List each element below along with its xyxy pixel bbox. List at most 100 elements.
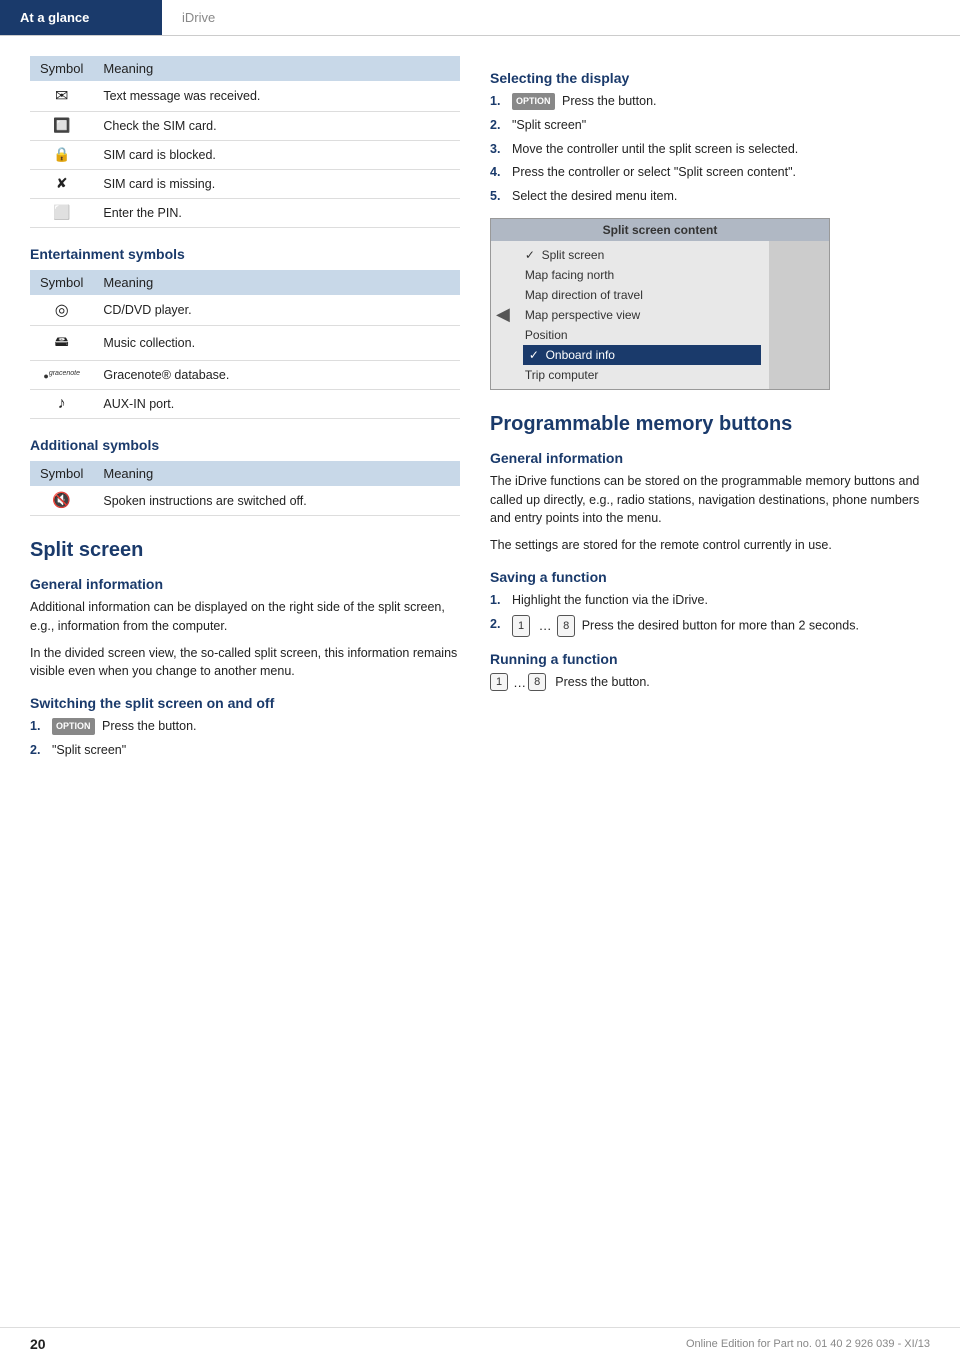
general-info-body2: The settings are stored for the remote c…	[490, 536, 930, 555]
split-screen-right-panel	[769, 241, 829, 389]
split-screen-menu-image: Split screen content ◀ ✓ Split screen Ma…	[490, 218, 830, 390]
mem-btn-1-icon: 1	[512, 615, 530, 638]
menu-item-map-north: Map facing north	[523, 265, 761, 285]
left-column: Symbol Meaning Text message was received…	[30, 56, 460, 770]
split-screen-menu-title: Split screen content	[491, 219, 829, 241]
menu-item-position: Position	[523, 325, 761, 345]
split-screen-general-info-heading: General information	[30, 576, 460, 592]
step-item: 5. Select the desired menu item.	[490, 187, 930, 206]
table2-col1: Symbol	[30, 270, 93, 295]
split-screen-body2: In the divided screen view, the so-calle…	[30, 644, 460, 682]
meaning-simblock: SIM card is blocked.	[93, 141, 460, 170]
step-item: 1. Highlight the function via the iDrive…	[490, 591, 930, 610]
running-mem-btn-8-icon: 8	[528, 673, 546, 691]
meaning-envelope: Text message was received.	[93, 81, 460, 112]
step-text: "Split screen"	[512, 116, 586, 135]
page-number: 20	[30, 1336, 46, 1352]
right-column: Selecting the display 1. OPTION Press th…	[490, 56, 930, 770]
step-num: 1.	[490, 591, 508, 610]
running-function-text: Press the button.	[555, 675, 650, 689]
step-item: 1. OPTION Press the button.	[490, 92, 930, 111]
left-arrow-icon: ◀	[491, 241, 515, 389]
meaning-simmiss: SIM card is missing.	[93, 170, 460, 199]
option-button-icon: OPTION	[52, 718, 95, 736]
step-text: OPTION Press the button.	[512, 92, 657, 111]
step-item: 2. "Split screen"	[30, 741, 460, 760]
header-left-label: At a glance	[20, 10, 89, 25]
switching-heading: Switching the split screen on and off	[30, 695, 460, 711]
table-row: Check the SIM card.	[30, 112, 460, 141]
step-item: 3. Move the controller until the split s…	[490, 140, 930, 159]
symbol-pin	[30, 199, 93, 228]
menu-item-map-perspective: Map perspective view	[523, 305, 761, 325]
symbol-simblock	[30, 141, 93, 170]
step-item: 2. 1 … 8 Press the desired button for mo…	[490, 615, 930, 638]
meaning-spoken: Spoken instructions are switched off.	[93, 486, 460, 516]
symbol-simmiss	[30, 170, 93, 199]
main-content: Symbol Meaning Text message was received…	[0, 36, 960, 790]
table3-col2: Meaning	[93, 461, 460, 486]
saving-function-heading: Saving a function	[490, 569, 930, 585]
table-row: Text message was received.	[30, 81, 460, 112]
table-row: ●gracenote Gracenote® database.	[30, 361, 460, 390]
entertainment-symbols-table: Symbol Meaning CD/DVD player. Music coll…	[30, 270, 460, 419]
symbol-gracenote: ●gracenote	[30, 361, 93, 390]
step-text: Select the desired menu item.	[512, 187, 677, 206]
menu-item-split-screen: ✓ Split screen	[523, 245, 761, 265]
edition-text: Online Edition for Part no. 01 40 2 926 …	[686, 1338, 930, 1350]
step-text: Press the controller or select "Split sc…	[512, 163, 796, 182]
general-info-body1: The iDrive functions can be stored on th…	[490, 472, 930, 528]
meaning-aux: AUX-IN port.	[93, 390, 460, 419]
mem-btn-8-icon: 8	[557, 615, 575, 638]
table3-col1: Symbol	[30, 461, 93, 486]
symbol-aux	[30, 390, 93, 419]
step-item: 2. "Split screen"	[490, 116, 930, 135]
step-num: 4.	[490, 163, 508, 182]
split-screen-body1: Additional information can be displayed …	[30, 598, 460, 636]
meaning-music: Music collection.	[93, 326, 460, 361]
table-row: Enter the PIN.	[30, 199, 460, 228]
saving-steps: 1. Highlight the function via the iDrive…	[490, 591, 930, 637]
step-item: 4. Press the controller or select "Split…	[490, 163, 930, 182]
general-info-heading: General information	[490, 450, 930, 466]
table2-col2: Meaning	[93, 270, 460, 295]
header-section-left: At a glance	[0, 0, 160, 35]
table-row: Spoken instructions are switched off.	[30, 486, 460, 516]
running-mem-btn-1-icon: 1	[490, 673, 508, 691]
step-num: 2.	[490, 116, 508, 135]
menu-item-trip-computer: Trip computer	[523, 365, 761, 385]
step-num: 3.	[490, 140, 508, 159]
header-section-right: iDrive	[160, 0, 235, 35]
table1-col1: Symbol	[30, 56, 93, 81]
running-function-row: 1 … 8 Press the button.	[490, 673, 930, 691]
step-text: Move the controller until the split scre…	[512, 140, 798, 159]
table-row: Music collection.	[30, 326, 460, 361]
step-item: 1. OPTION Press the button.	[30, 717, 460, 736]
step-num: 1.	[490, 92, 508, 111]
symbol-music	[30, 326, 93, 361]
step-num: 1.	[30, 717, 48, 736]
table-row: CD/DVD player.	[30, 295, 460, 326]
additional-symbols-heading: Additional symbols	[30, 437, 460, 453]
option-button-icon: OPTION	[512, 93, 555, 111]
table-row: SIM card is missing.	[30, 170, 460, 199]
symbol-spoken	[30, 486, 93, 516]
step-num: 2.	[490, 615, 508, 634]
table-row: SIM card is blocked.	[30, 141, 460, 170]
running-function-heading: Running a function	[490, 651, 930, 667]
step-text: 1 … 8 Press the desired button for more …	[512, 615, 859, 638]
step-text: "Split screen"	[52, 741, 126, 760]
meaning-gracenote: Gracenote® database.	[93, 361, 460, 390]
switching-steps: 1. OPTION Press the button. 2. "Split sc…	[30, 717, 460, 760]
symbol-cd	[30, 295, 93, 326]
entertainment-symbols-heading: Entertainment symbols	[30, 246, 460, 262]
page-footer: 20 Online Edition for Part no. 01 40 2 9…	[0, 1327, 960, 1352]
menu-item-map-direction: Map direction of travel	[523, 285, 761, 305]
step-num: 5.	[490, 187, 508, 206]
split-screen-menu-list: ✓ Split screen Map facing north Map dire…	[515, 241, 769, 389]
selecting-steps: 1. OPTION Press the button. 2. "Split sc…	[490, 92, 930, 206]
header-right-label: iDrive	[182, 10, 215, 25]
meaning-simcheck: Check the SIM card.	[93, 112, 460, 141]
meaning-pin: Enter the PIN.	[93, 199, 460, 228]
menu-item-onboard-info: ✓ Onboard info	[523, 345, 761, 365]
